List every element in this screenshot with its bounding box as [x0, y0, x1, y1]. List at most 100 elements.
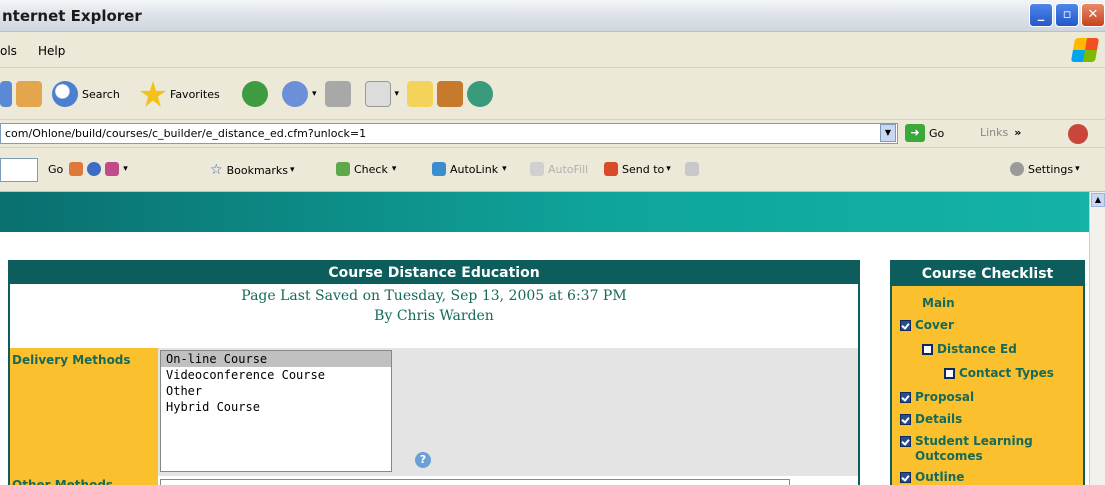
go-label: Go	[929, 126, 945, 140]
favorites-star-icon	[140, 81, 166, 107]
links-more-icon: »	[1014, 126, 1022, 139]
discuss-icon[interactable]	[407, 81, 434, 107]
other-methods-row: Other Methods	[10, 476, 858, 485]
checklist-item-cover[interactable]: Cover	[900, 318, 954, 333]
google-search-input[interactable]	[0, 158, 38, 182]
scroll-up-icon[interactable]: ▲	[1091, 193, 1105, 207]
address-dropdown-icon[interactable]: ▼	[880, 124, 896, 142]
page-content: Course Distance Education Page Last Save…	[0, 232, 1089, 485]
delivery-option[interactable]: Hybrid Course	[161, 399, 391, 415]
research-icon[interactable]	[437, 81, 464, 107]
autolink-icon	[432, 162, 446, 176]
delivery-methods-listbox[interactable]: On-line Course Videoconference Course Ot…	[160, 350, 392, 472]
help-icon[interactable]: ?	[415, 452, 431, 468]
title-bar: nternet Explorer _ ▫ ✕	[0, 0, 1105, 32]
autolink-button[interactable]: AutoLink ▾	[432, 162, 507, 176]
other-methods-label: Other Methods	[10, 476, 158, 485]
autofill-button[interactable]: AutoFill	[530, 162, 588, 176]
address-input[interactable]: com/Ohlone/build/courses/c_builder/e_dis…	[0, 123, 898, 144]
checklist-item-label: Outline	[915, 470, 965, 484]
autofill-icon	[530, 162, 544, 176]
other-methods-cell	[158, 476, 858, 485]
toolbar-extra-icon[interactable]	[1068, 124, 1088, 144]
window-title: nternet Explorer	[2, 7, 142, 25]
go-arrow-icon: ➜	[905, 124, 925, 142]
page-scrollbar[interactable]: ▲	[1089, 192, 1105, 485]
checked-box-icon	[900, 436, 911, 447]
settings-button[interactable]: Settings ▾	[1010, 162, 1080, 176]
check-label: Check	[354, 162, 388, 176]
checklist-item-proposal[interactable]: Proposal	[900, 390, 974, 405]
delivery-methods-label: Delivery Methods	[10, 348, 158, 476]
pagerank-icon	[69, 162, 84, 176]
settings-label: Settings	[1028, 162, 1074, 176]
go-button[interactable]: ➜ Go	[905, 124, 944, 142]
checklist-item-contact-types[interactable]: Contact Types	[944, 366, 1054, 381]
spellcheck-icon	[336, 162, 350, 176]
checklist-item-label: Main	[922, 296, 955, 310]
settings-icon	[1010, 162, 1024, 176]
google-toolbar: Go ▾ ☆ Bookmarks ▾ Check ▾ AutoLink ▾ AutoF…	[0, 148, 1105, 192]
checked-box-icon	[900, 392, 911, 403]
pencil-icon	[684, 162, 699, 176]
mail-icon[interactable]	[282, 81, 308, 107]
checked-box-icon	[900, 320, 911, 331]
open-box-icon	[922, 344, 933, 355]
sendto-label: Send to	[622, 162, 665, 176]
highlight-icon	[105, 162, 120, 176]
messenger-icon[interactable]	[467, 81, 494, 107]
saved-by-text: By Chris Warden	[374, 308, 494, 324]
checked-box-icon	[900, 472, 911, 483]
menu-tools[interactable]: ols	[0, 44, 17, 58]
checklist-item-label: Contact Types	[959, 366, 1054, 380]
checklist-item-distance-ed[interactable]: Distance Ed	[922, 342, 1017, 357]
edit-icon[interactable]	[364, 81, 391, 107]
close-button[interactable]: ✕	[1081, 3, 1105, 27]
menu-help[interactable]: Help	[38, 44, 65, 58]
bookmarks-button[interactable]: ☆ Bookmarks ▾	[210, 162, 295, 178]
checklist-item-outline[interactable]: Outline	[900, 470, 964, 485]
google-go-button[interactable]: Go ▾	[48, 162, 128, 176]
menu-bar: ols Help	[0, 32, 1105, 68]
search-button[interactable]: Search	[52, 78, 120, 110]
other-methods-input[interactable]	[160, 479, 790, 485]
bookmark-star-icon: ☆	[210, 162, 223, 178]
site-banner	[0, 192, 1089, 232]
search-icon	[52, 81, 78, 107]
favorites-label: Favorites	[170, 87, 220, 101]
checklist-item-label: Student Learning Outcomes	[915, 434, 1033, 463]
favorites-button[interactable]: Favorites	[140, 78, 220, 110]
checklist-item-label: Details	[915, 412, 963, 426]
delivery-methods-row: Delivery Methods On-line Course Videocon…	[10, 348, 858, 476]
minimize-button[interactable]: _	[1029, 3, 1053, 27]
maximize-button[interactable]: ▫	[1055, 3, 1079, 27]
delivery-option[interactable]: On-line Course	[161, 351, 391, 367]
sendto-icon	[604, 162, 618, 176]
open-box-icon	[944, 368, 955, 379]
checklist-title: Course Checklist	[892, 262, 1083, 286]
sendto-button[interactable]: Send to ▾	[604, 162, 703, 176]
address-bar: com/Ohlone/build/courses/c_builder/e_dis…	[0, 120, 1105, 148]
search-label: Search	[82, 87, 120, 101]
delivery-option[interactable]: Videoconference Course	[161, 367, 391, 383]
stop-icon[interactable]	[0, 81, 12, 107]
standard-toolbar: Search Favorites ▾ ▾	[0, 68, 1105, 120]
home-icon[interactable]	[16, 81, 42, 107]
print-icon[interactable]	[324, 81, 351, 107]
checklist-item-label: Proposal	[915, 390, 975, 404]
links-button[interactable]: Links »	[980, 126, 1021, 139]
form-title: Course Distance Education	[10, 262, 858, 284]
spellcheck-button[interactable]: Check ▾	[336, 162, 396, 176]
autolink-label: AutoLink	[450, 162, 499, 176]
last-saved-text: Page Last Saved on Tuesday, Sep 13, 2005…	[241, 288, 627, 304]
course-checklist: Course Checklist Main Cover Distance Ed …	[890, 260, 1085, 485]
delivery-option[interactable]: Other	[161, 383, 391, 399]
history-icon[interactable]	[242, 81, 268, 107]
links-label: Links	[980, 126, 1009, 139]
checklist-item-slo[interactable]: Student Learning Outcomes	[900, 434, 1080, 464]
checklist-item-main[interactable]: Main	[922, 296, 955, 311]
google-go-label: Go	[48, 162, 64, 176]
checklist-item-details[interactable]: Details	[900, 412, 962, 427]
windows-logo-icon	[1070, 38, 1100, 62]
checklist-item-label: Cover	[915, 318, 954, 332]
